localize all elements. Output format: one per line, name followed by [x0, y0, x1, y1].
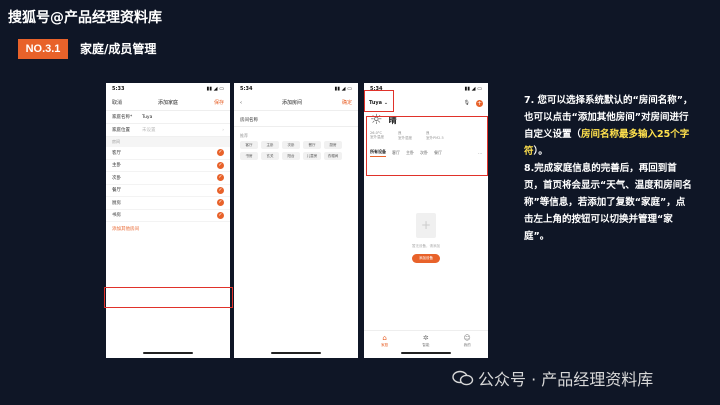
empty-state: + 暂无设备，请添加 添加设备: [364, 213, 488, 263]
add-home-screen: 5:33 ▮▮ ◢ ▭ 取消 添加家庭 保存 家庭名称* Tuya 家庭位置 未…: [106, 83, 230, 358]
recommend-label: 推荐: [240, 133, 248, 138]
signal-icon: ▮▮ ◢ ▭: [206, 86, 224, 92]
description-text: 7. 您可以选择系统默认的“房间名称”，也可以点击“添加其他房间”对房间进行自定…: [524, 92, 694, 245]
room-item[interactable]: 主卧 ✓: [106, 160, 230, 172]
rooms-group-label: 房间: [106, 137, 230, 147]
check-icon[interactable]: ✓: [217, 161, 224, 169]
home-location-label: 家庭位置: [112, 128, 130, 133]
room-chips: 客厅 主卧 次卧 餐厅 厨房 书房 玄关 阳台 儿童房 衣帽间: [234, 141, 358, 160]
room-chip[interactable]: 客厅: [240, 141, 258, 149]
room-label: 主卧: [112, 163, 121, 169]
status-time: 5:34: [240, 86, 253, 92]
room-item[interactable]: 书房 ✓: [106, 210, 230, 222]
status-bar: 5:33 ▮▮ ◢ ▭: [106, 83, 230, 95]
nav-home[interactable]: ⌂ 家庭: [381, 335, 388, 348]
room-item[interactable]: 厨房 ✓: [106, 197, 230, 210]
home-indicator: [271, 352, 321, 354]
smart-icon: ✲: [422, 334, 429, 342]
bottom-nav: ⌂ 家庭 ✲ 智能 ☺ 我的: [364, 330, 488, 348]
signal-icon: ▮▮ ◢ ▭: [464, 86, 482, 92]
highlight-weather: [366, 116, 488, 176]
back-icon[interactable]: ‹: [240, 100, 242, 106]
nav-me[interactable]: ☺ 我的: [464, 335, 471, 348]
nav-smart[interactable]: ✲ 智能: [422, 335, 429, 348]
document-icon: +: [416, 213, 436, 238]
user-icon: ☺: [463, 334, 471, 342]
room-item[interactable]: 餐厅 ✓: [106, 185, 230, 197]
room-label: 餐厅: [112, 188, 121, 194]
cancel-button[interactable]: 取消: [112, 99, 122, 106]
room-item[interactable]: 次卧 ✓: [106, 172, 230, 185]
room-name-field[interactable]: 房间名称: [234, 113, 358, 127]
description-step-8: 8.完成家庭信息的完善后，再回到首页，首页将会显示“天气、温度和房间名称”等信息…: [524, 163, 692, 242]
nav-title: 添加房间: [281, 100, 302, 106]
add-other-room-button[interactable]: 添加其他房间: [106, 222, 230, 236]
status-bar: 5:34 ▮▮ ◢ ▭: [234, 83, 358, 95]
check-icon[interactable]: ✓: [217, 174, 224, 182]
done-button[interactable]: 确定: [342, 99, 352, 106]
save-button[interactable]: 保存: [214, 99, 224, 106]
room-label: 次卧: [112, 175, 121, 181]
add-room-screen: 5:34 ▮▮ ◢ ▭ ‹ 添加房间 确定 房间名称 推荐 客厅 主卧 次卧 餐…: [234, 83, 358, 358]
check-icon[interactable]: ✓: [217, 211, 224, 219]
room-chip[interactable]: 次卧: [282, 141, 300, 149]
chevron-right-icon: ›: [222, 127, 224, 133]
room-chip[interactable]: 主卧: [261, 141, 279, 149]
room-label: 书房: [112, 213, 121, 219]
signal-icon: ▮▮ ◢ ▭: [334, 86, 352, 92]
section-title: 家庭/成员管理: [80, 42, 157, 56]
wechat-icon: [452, 370, 474, 386]
page-title: 搜狐号@产品经理资料库: [8, 10, 162, 26]
home-indicator: [143, 352, 193, 354]
check-icon[interactable]: ✓: [217, 199, 224, 207]
room-chip[interactable]: 餐厅: [303, 141, 321, 149]
add-device-button[interactable]: 添加设备: [412, 254, 440, 263]
home-location-row[interactable]: 家庭位置 未设置 ›: [106, 124, 230, 137]
microphone-icon[interactable]: 🎙: [464, 100, 470, 106]
home-name-input[interactable]: Tuya: [142, 115, 152, 120]
room-item[interactable]: 客厅 ✓: [106, 147, 230, 160]
section-badge: NO.3.1: [18, 39, 68, 59]
room-chip[interactable]: 书房: [240, 152, 258, 160]
room-label: 厨房: [112, 200, 121, 206]
room-chip[interactable]: 儿童房: [303, 152, 321, 160]
check-icon[interactable]: ✓: [217, 186, 224, 194]
footer-watermark: 公众号 · 产品经理资料库: [452, 366, 653, 390]
nav-bar: 取消 添加家庭 保存: [106, 95, 230, 111]
description-step-7: 7. 您可以选择系统默认的“房间名称”，也可以点击“添加其他房间”对房间进行自定…: [524, 95, 693, 157]
add-icon[interactable]: +: [476, 99, 483, 107]
check-icon[interactable]: ✓: [217, 149, 224, 157]
footer-text: 公众号 · 产品经理资料库: [478, 370, 654, 389]
status-time: 5:33: [112, 86, 125, 92]
room-chip[interactable]: 衣帽间: [324, 152, 342, 160]
highlight-add-room: [104, 287, 233, 308]
nav-title: 添加家庭: [157, 100, 178, 106]
home-name-row[interactable]: 家庭名称* Tuya: [106, 111, 230, 124]
room-chip[interactable]: 玄关: [261, 152, 279, 160]
room-label: 客厅: [112, 150, 121, 156]
highlight-home-switcher: [364, 90, 394, 112]
room-chip[interactable]: 厨房: [324, 141, 342, 149]
home-icon: ⌂: [382, 334, 387, 342]
home-name-label: 家庭名称*: [112, 115, 133, 120]
empty-text: 暂无设备，请添加: [412, 244, 440, 248]
room-chip[interactable]: 阳台: [282, 152, 300, 160]
home-indicator: [401, 352, 451, 354]
nav-bar: ‹ 添加房间 确定: [234, 95, 358, 111]
home-location-value: 未设置: [142, 128, 156, 133]
